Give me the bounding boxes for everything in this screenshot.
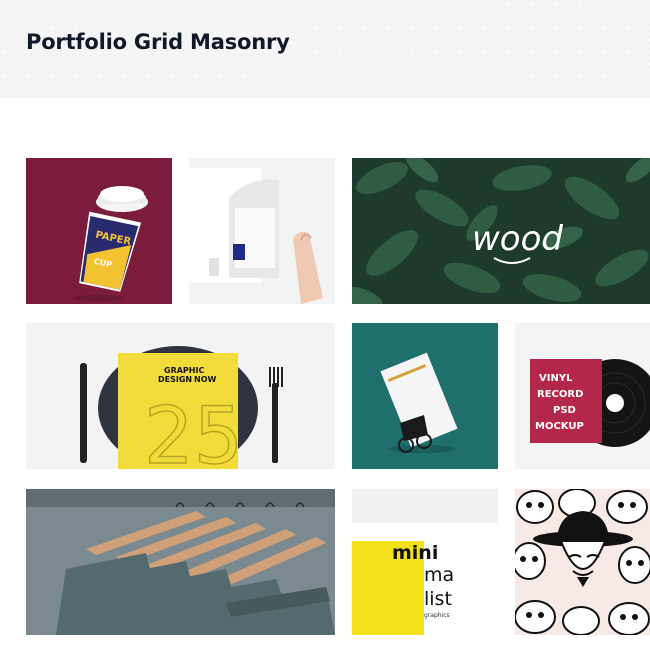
svg-text:VINYL: VINYL	[539, 373, 573, 384]
svg-text:MOCKUP: MOCKUP	[535, 421, 584, 432]
book-plate-image: GRAPHIC DESIGN NOW 25	[26, 323, 335, 469]
wood-logo-text: wood	[472, 219, 563, 259]
portfolio-item-wood-leaves[interactable]: wood	[352, 158, 650, 304]
tshirts-hangers-image	[26, 489, 335, 635]
page-title: Portfolio Grid Masonry	[26, 30, 290, 54]
stormtrooper-illustration	[515, 489, 650, 635]
portfolio-item-tshirts[interactable]	[26, 489, 335, 635]
portfolio-item-stormtrooper[interactable]	[515, 489, 650, 635]
portfolio-item-interior[interactable]	[189, 158, 335, 304]
svg-text:RECORD: RECORD	[537, 389, 583, 400]
svg-text:GRAPHIC: GRAPHIC	[164, 366, 204, 375]
portfolio-item-graphic-design-book[interactable]: GRAPHIC DESIGN NOW 25	[26, 323, 335, 469]
svg-text:NOW: NOW	[194, 375, 216, 384]
business-card-image	[352, 323, 498, 469]
svg-text:DESIGN: DESIGN	[158, 375, 192, 384]
portfolio-item-vinyl-record[interactable]: VINYL RECORD PSD MOCKUP	[515, 323, 650, 469]
page: Portfolio Grid Masonry PAPER CUP wood GR…	[0, 0, 650, 650]
paper-cup-image: PAPER CUP	[26, 158, 172, 304]
minimalist-book-image: mini ma list graphics	[352, 489, 498, 635]
svg-text:list: list	[424, 588, 452, 610]
portfolio-item-business-card[interactable]	[352, 323, 498, 469]
svg-text:ma: ma	[424, 564, 454, 586]
svg-text:PSD: PSD	[553, 405, 576, 416]
svg-text:graphics: graphics	[424, 612, 450, 619]
interior-image	[189, 158, 335, 304]
page-header: Portfolio Grid Masonry	[0, 0, 650, 98]
svg-text:25: 25	[144, 392, 243, 469]
portfolio-item-minimalist[interactable]: mini ma list graphics	[352, 489, 498, 635]
leaves-wood-image: wood	[352, 158, 650, 304]
vinyl-record-image: VINYL RECORD PSD MOCKUP	[515, 323, 650, 469]
portfolio-item-paper-cup[interactable]: PAPER CUP	[26, 158, 172, 304]
svg-text:mini: mini	[392, 542, 438, 564]
